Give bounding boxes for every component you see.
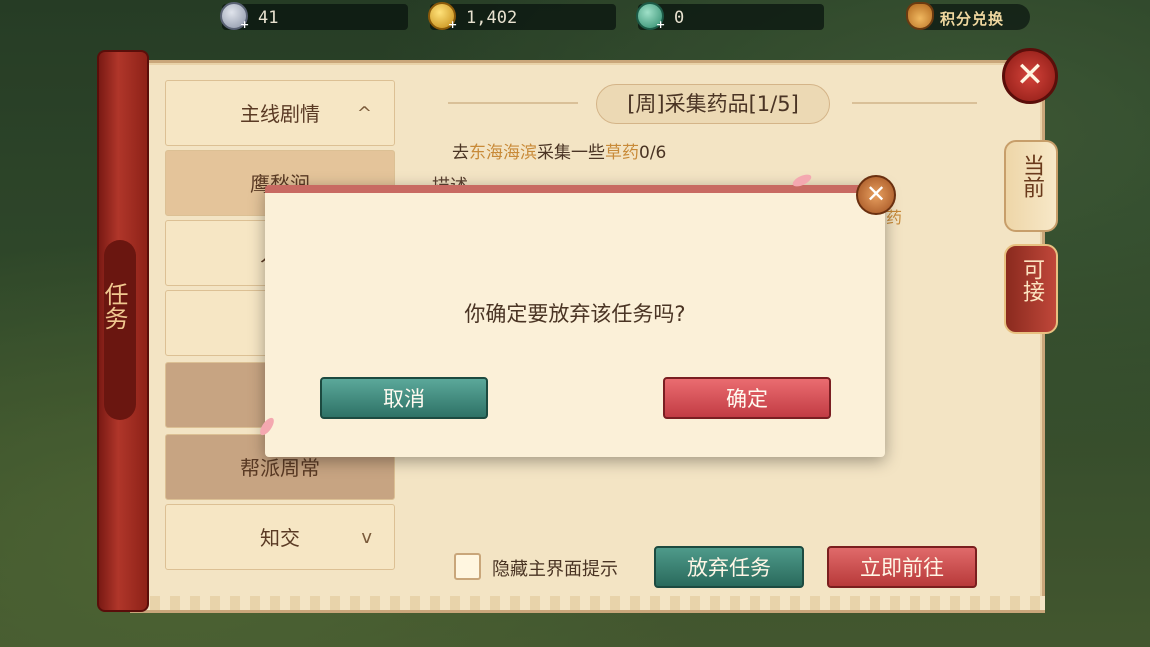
category-friends[interactable]: 知交 v [165, 504, 395, 570]
confirm-button[interactable]: 确定 [663, 377, 831, 419]
tab-acceptable[interactable]: 可接 [1004, 244, 1058, 334]
dialog-close-icon[interactable]: ✕ [856, 175, 896, 215]
objective-location[interactable]: 东海海滨 [469, 143, 537, 163]
objective-item[interactable]: 草药 [605, 143, 639, 163]
panel-trim [130, 596, 1045, 613]
chevron-down-icon: v [361, 527, 372, 548]
category-label: 帮派周常 [240, 456, 320, 480]
jade-amount: 0 [674, 8, 685, 28]
add-icon: + [240, 18, 250, 31]
spine-tab [104, 240, 136, 420]
tab-label: 可接 [1019, 258, 1044, 302]
gold-currency[interactable]: + 1,402 [428, 2, 616, 31]
hide-hint-checkbox[interactable] [454, 553, 481, 580]
tab-current[interactable]: 当前 [1004, 140, 1058, 232]
title-divider [852, 102, 977, 104]
go-now-button[interactable]: 立即前往 [827, 546, 977, 588]
points-exchange-button[interactable]: 积分兑换 [906, 2, 1030, 30]
objective-progress: 0/6 [639, 143, 667, 163]
category-label: 主线剧情 [240, 102, 320, 126]
add-icon: + [656, 18, 666, 31]
add-icon: + [448, 18, 458, 31]
jade-currency[interactable]: + 0 [636, 2, 824, 31]
title-divider [448, 102, 578, 104]
cancel-button[interactable]: 取消 [320, 377, 488, 419]
category-main-story[interactable]: 主线剧情 ^ [165, 80, 395, 146]
objective-text: 去 [452, 143, 469, 163]
silver-currency[interactable]: + 41 [220, 2, 408, 31]
quest-objective: 去东海海滨采集一些草药0/6 [452, 138, 666, 163]
category-label: 知交 [260, 526, 300, 550]
quest-title: [周]采集药品[1/5] [596, 84, 830, 124]
tab-label: 当前 [1019, 154, 1044, 198]
dialog-message: 你确定要放弃该任务吗? [464, 302, 686, 326]
abandon-quest-button[interactable]: 放弃任务 [654, 546, 804, 588]
chevron-up-icon: ^ [356, 103, 372, 124]
panel-title: 任务 [100, 282, 128, 330]
money-bag-icon [906, 2, 934, 30]
gold-amount: 1,402 [466, 8, 518, 28]
close-icon[interactable]: ✕ [1002, 48, 1058, 104]
hide-hint-label: 隐藏主界面提示 [492, 559, 618, 580]
silver-amount: 41 [258, 8, 279, 28]
points-exchange-label: 积分兑换 [940, 10, 1005, 28]
objective-text: 采集一些 [537, 143, 605, 163]
